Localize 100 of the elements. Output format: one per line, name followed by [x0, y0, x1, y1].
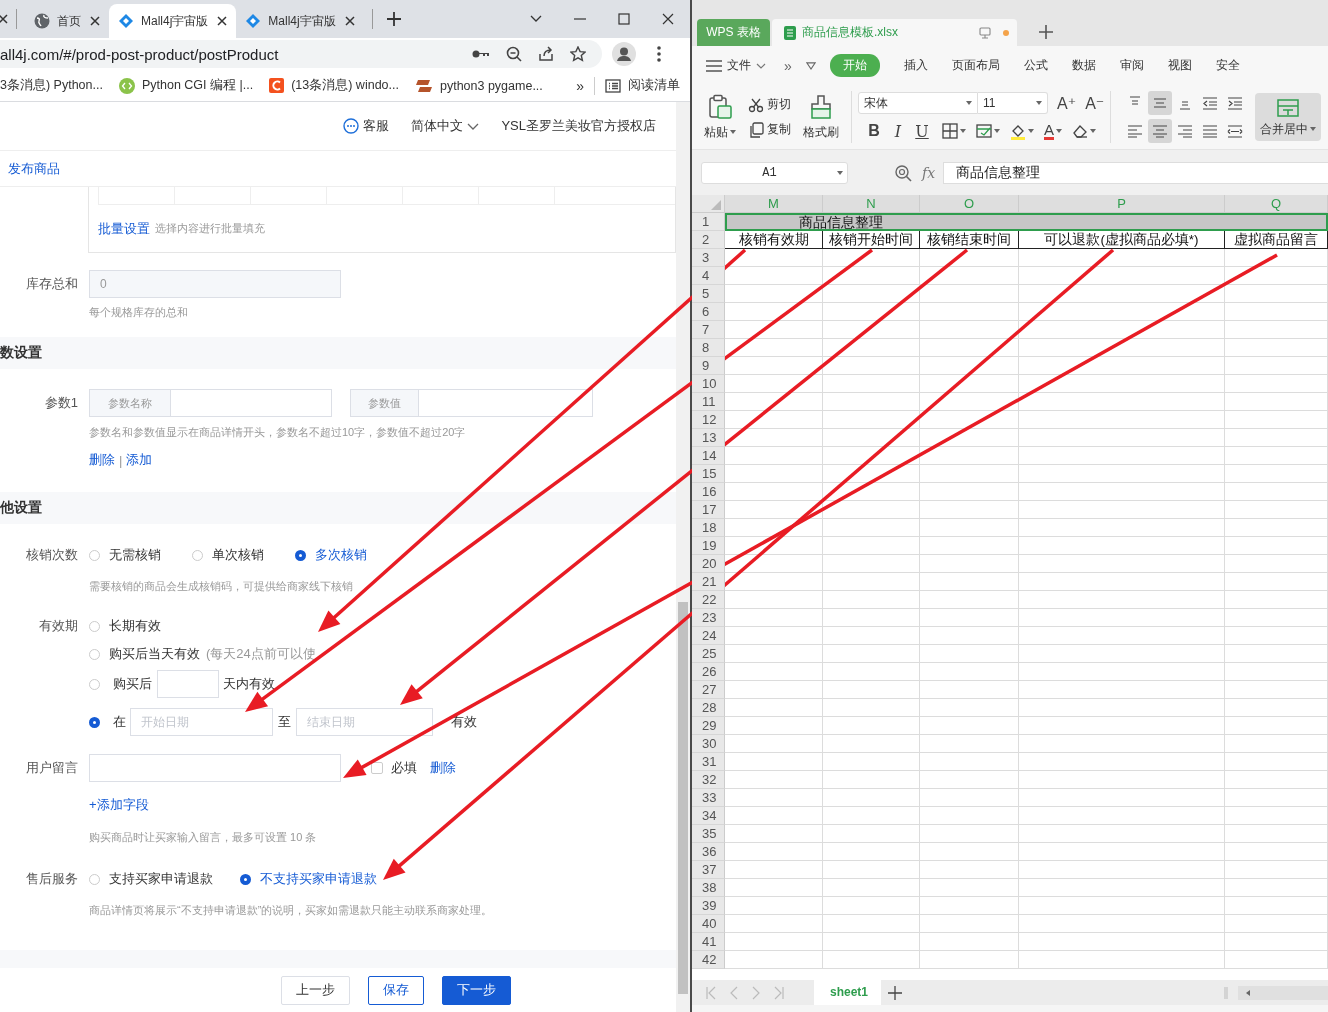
reading-list[interactable]: 阅读清单	[605, 77, 680, 94]
breadcrumb[interactable]: 发布商品	[8, 159, 60, 178]
add-field-link[interactable]: +添加字段	[89, 796, 149, 814]
radio-label[interactable]: 购买后当天有效	[109, 645, 200, 663]
row-number[interactable]: 15	[692, 465, 725, 483]
radio-label[interactable]: 不支持买家申请退款	[260, 870, 377, 888]
row-number[interactable]: 42	[692, 951, 725, 969]
menu-tab[interactable]: 插入	[903, 54, 928, 77]
radio-label[interactable]: 多次核销	[315, 546, 367, 564]
message-field[interactable]	[89, 754, 341, 782]
row-number[interactable]: 11	[692, 393, 725, 411]
row-number[interactable]: 24	[692, 627, 725, 645]
close-icon[interactable]	[344, 16, 355, 26]
row-number[interactable]: 3	[692, 249, 725, 267]
bookmark[interactable]: python3 pygame...	[414, 78, 543, 93]
radio-label[interactable]: 支持买家申请退款	[109, 870, 213, 888]
row-number[interactable]: 23	[692, 609, 725, 627]
cut-button[interactable]: 剪切	[748, 96, 791, 113]
browser-tab[interactable]: Mall4j宇宙版	[109, 4, 237, 38]
close-icon[interactable]	[90, 16, 100, 26]
file-menu[interactable]: 文件	[706, 57, 766, 74]
decrease-font-button[interactable]: A⁻	[1085, 93, 1105, 113]
more-button[interactable]: »	[784, 57, 792, 74]
key-icon[interactable]	[472, 49, 490, 59]
browser-tab[interactable]: Mall4j宇宙版	[236, 4, 364, 38]
more-icon[interactable]	[657, 46, 661, 62]
store-name[interactable]: YSL圣罗兰美妆官方授权店	[501, 117, 656, 135]
copy-button[interactable]: 复制	[748, 121, 791, 138]
row-number[interactable]: 40	[692, 915, 725, 933]
bold-button[interactable]: B	[864, 122, 884, 140]
underline-button[interactable]: U	[912, 121, 932, 141]
borders-button[interactable]	[942, 123, 966, 139]
row-number[interactable]: 12	[692, 411, 725, 429]
step-button[interactable]: 下一步	[442, 975, 511, 1005]
close-icon[interactable]	[662, 13, 674, 25]
radio-label[interactable]: 购买后	[113, 675, 152, 693]
address-bar[interactable]: all4j.com/#/prod-post-product/postProduct	[0, 40, 602, 68]
row-number[interactable]: 8	[692, 339, 725, 357]
step-button[interactable]: 保存	[368, 975, 424, 1005]
quick-access-icon[interactable]	[805, 61, 816, 70]
browser-tab[interactable]: 首页	[25, 4, 109, 38]
bookmark[interactable]: (13条消息) windo...	[269, 77, 399, 94]
menu-tab[interactable]: 安全	[1215, 54, 1240, 77]
font-color-button[interactable]: A	[1044, 122, 1062, 140]
row-number[interactable]: 38	[692, 879, 725, 897]
avatar-icon[interactable]	[612, 42, 636, 66]
row-number[interactable]: 20	[692, 555, 725, 573]
action-link[interactable]: 添加	[126, 451, 153, 469]
maximize-icon[interactable]	[618, 13, 630, 25]
file-tab[interactable]: 商品信息模板.xlsx	[772, 19, 1017, 46]
italic-button[interactable]: I	[888, 121, 908, 141]
align-center-button[interactable]	[1148, 119, 1173, 143]
menu-tab[interactable]: 数据	[1071, 54, 1096, 77]
radio-label[interactable]: 在	[113, 713, 126, 731]
horizontal-scrollbar[interactable]	[1238, 985, 1328, 1000]
row-number[interactable]: 36	[692, 843, 725, 861]
row-number[interactable]: 10	[692, 375, 725, 393]
row-number[interactable]: 17	[692, 501, 725, 519]
radio-label[interactable]: 长期有效	[109, 617, 161, 635]
merge-center-button[interactable]: 合并居中	[1255, 93, 1322, 141]
cell-format-button[interactable]	[976, 123, 1000, 139]
row-number[interactable]: 2	[692, 231, 725, 249]
radio-button[interactable]	[89, 716, 100, 728]
row-number[interactable]: 6	[692, 303, 725, 321]
row-number[interactable]: 1	[692, 213, 725, 231]
service-link[interactable]: 客服	[343, 117, 390, 135]
sheet-tab[interactable]: sheet1	[814, 980, 882, 1005]
row-number[interactable]: 26	[692, 663, 725, 681]
function-button[interactable]: fx	[922, 164, 936, 181]
action-link[interactable]: 删除	[89, 451, 115, 469]
share-icon[interactable]	[538, 46, 554, 62]
zoom-out-icon[interactable]	[506, 46, 522, 62]
clear-button[interactable]	[1072, 123, 1096, 139]
row-number[interactable]: 33	[692, 789, 725, 807]
row-number[interactable]: 21	[692, 573, 725, 591]
new-tab-icon[interactable]	[386, 12, 401, 26]
checkbox[interactable]	[371, 762, 383, 774]
menu-tab[interactable]: 公式	[1023, 54, 1048, 77]
increase-font-button[interactable]: A⁺	[1057, 93, 1077, 113]
row-number[interactable]: 35	[692, 825, 725, 843]
star-icon[interactable]	[570, 46, 586, 62]
row-number[interactable]: 25	[692, 645, 725, 663]
row-number[interactable]: 32	[692, 771, 725, 789]
radio-label[interactable]: 无需核销	[109, 546, 161, 564]
chevron-down-icon[interactable]	[530, 15, 542, 23]
row-number[interactable]: 39	[692, 897, 725, 915]
add-sheet-icon[interactable]	[888, 985, 903, 1000]
format-painter-button[interactable]: 格式刷	[803, 93, 839, 141]
menu-tab[interactable]: 页面布局	[951, 54, 1000, 77]
row-number[interactable]: 18	[692, 519, 725, 537]
row-number[interactable]: 5	[692, 285, 725, 303]
row-number[interactable]: 19	[692, 537, 725, 555]
batch-set-link[interactable]: 批量设置	[98, 219, 150, 238]
delete-link[interactable]: 删除	[430, 759, 456, 777]
row-number[interactable]: 7	[692, 321, 725, 339]
row-number[interactable]: 31	[692, 753, 725, 771]
bookmark[interactable]: Python CGI 编程 |...	[118, 77, 254, 94]
menu-tab[interactable]: 视图	[1167, 54, 1192, 77]
close-icon[interactable]	[0, 14, 8, 24]
scrollbar[interactable]	[676, 102, 690, 1012]
